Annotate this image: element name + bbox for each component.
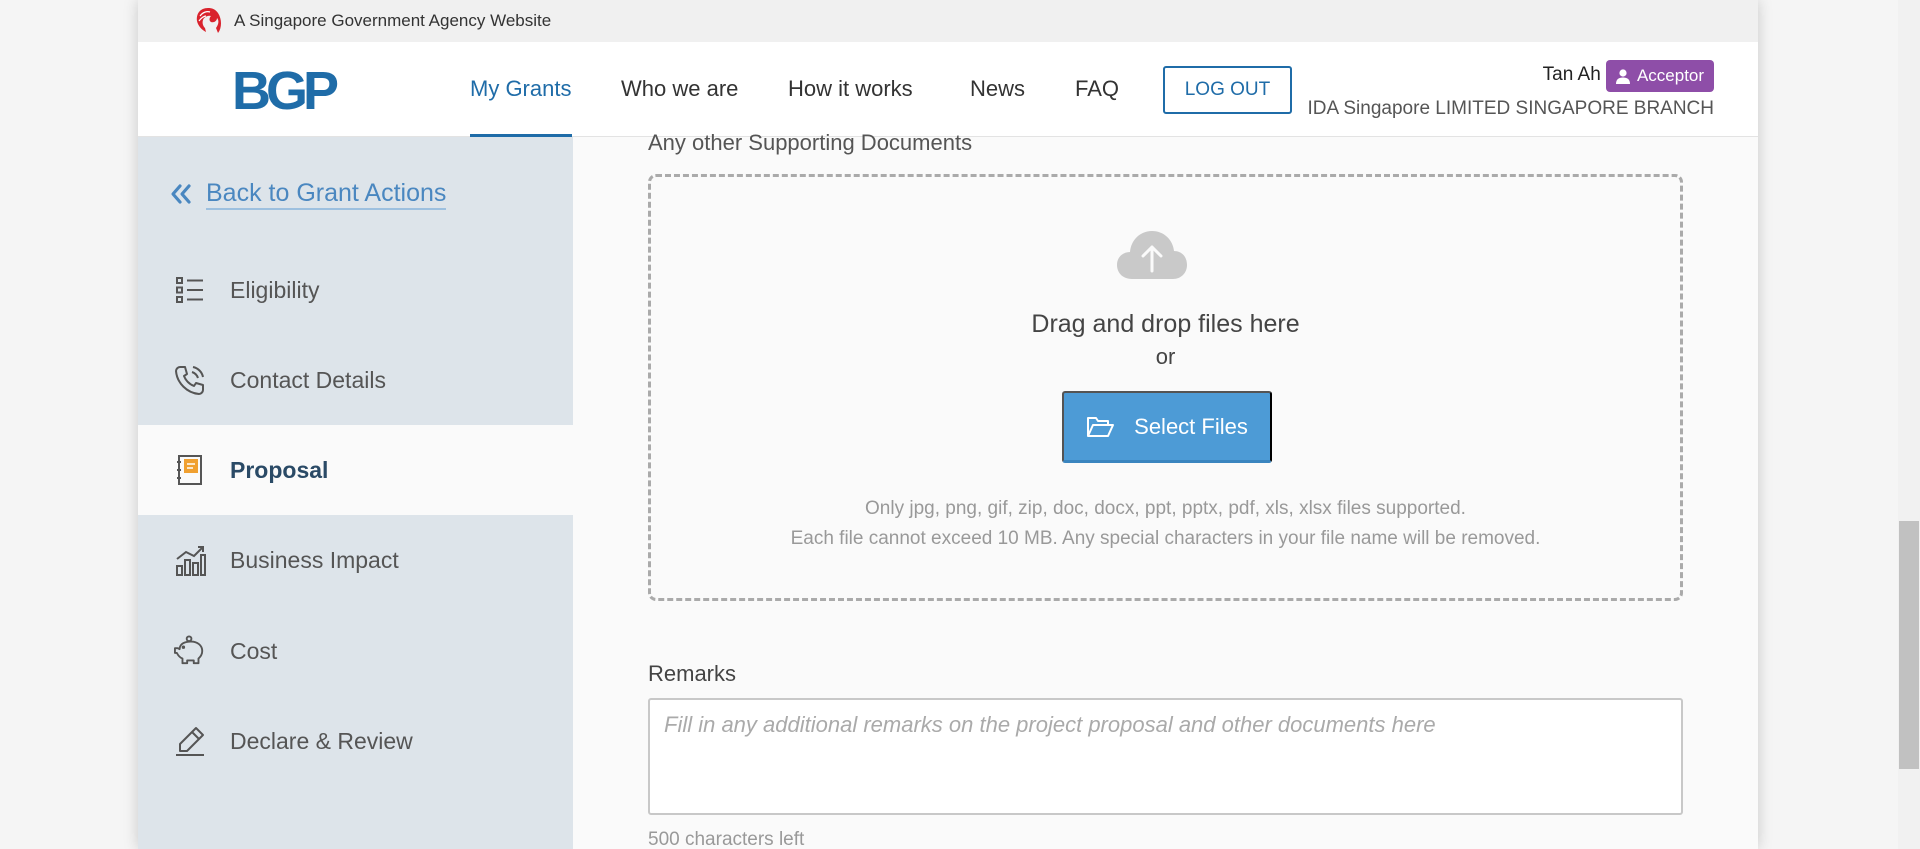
file-dropzone[interactable]: Drag and drop files here or Select Files…: [648, 174, 1683, 601]
list-icon: [174, 274, 206, 306]
sidebar-item-eligibility[interactable]: Eligibility: [138, 245, 573, 335]
cloud-upload-icon: [1117, 231, 1187, 279]
supporting-documents-label: Any other Supporting Documents: [648, 130, 973, 155]
sidebar-item-label: Declare & Review: [230, 727, 413, 754]
nav-news[interactable]: News: [970, 76, 1025, 102]
nav-how-it-works[interactable]: How it works: [788, 76, 913, 102]
remarks-label: Remarks: [648, 661, 737, 686]
company-name: IDA Singapore LIMITED SINGAPORE BRANCH: [1307, 98, 1714, 119]
folder-open-icon: [1087, 416, 1115, 437]
bgp-logo[interactable]: BGP: [232, 64, 339, 118]
remarks-textarea[interactable]: [648, 698, 1683, 815]
main-content: Any other Supporting Documents Drag and …: [573, 130, 1758, 849]
gov-masthead: A Singapore Government Agency Website: [138, 0, 1758, 42]
nav-faq[interactable]: FAQ: [1075, 76, 1119, 102]
logout-button[interactable]: LOG OUT: [1163, 66, 1292, 114]
sidebar-item-label: Business Impact: [230, 546, 399, 573]
page-scrollbar-thumb[interactable]: [1899, 521, 1919, 769]
back-to-grant-actions-link[interactable]: Back to Grant Actions: [170, 179, 447, 210]
back-link-label: Back to Grant Actions: [206, 179, 447, 210]
select-files-button[interactable]: Select Files: [1062, 391, 1272, 463]
sidebar-item-label: Eligibility: [230, 276, 320, 303]
dropzone-title: Drag and drop files here: [1031, 310, 1300, 338]
chart-icon: [174, 544, 206, 576]
sidebar-item-proposal[interactable]: Proposal: [138, 425, 573, 515]
file-types-note: Only jpg, png, gif, zip, doc, docx, ppt,…: [865, 498, 1466, 519]
sidebar-item-label: Contact Details: [230, 366, 386, 393]
notebook-icon: [174, 454, 206, 486]
select-files-label: Select Files: [1134, 413, 1248, 439]
lion-head-icon: [196, 8, 221, 33]
file-size-note: Each file cannot exceed 10 MB. Any speci…: [790, 528, 1541, 549]
sidebar-item-contact-details[interactable]: Contact Details: [138, 335, 573, 425]
nav-who-we-are[interactable]: Who we are: [621, 76, 738, 102]
role-label: Acceptor: [1636, 66, 1705, 85]
dropzone-or: or: [1155, 344, 1176, 369]
sidebar: Back to Grant Actions Eligibility Contac…: [138, 137, 573, 849]
page-frame: A Singapore Government Agency Website BG…: [138, 0, 1758, 849]
sidebar-item-declare-review[interactable]: Declare & Review: [138, 696, 573, 786]
piggy-bank-icon: [174, 635, 206, 667]
sidebar-item-label: Proposal: [230, 456, 329, 483]
site-header: BGP My Grants Who we are How it works Ne…: [138, 42, 1758, 137]
masthead-text: A Singapore Government Agency Website: [234, 11, 552, 30]
sidebar-item-business-impact[interactable]: Business Impact: [138, 515, 573, 605]
role-badge: Acceptor: [1606, 60, 1714, 92]
user-icon: [1615, 68, 1630, 84]
sidebar-item-cost[interactable]: Cost: [138, 606, 573, 696]
double-chevron-left-icon: [171, 184, 191, 204]
nav-my-grants[interactable]: My Grants: [470, 76, 571, 102]
characters-left-counter: 500 characters left: [648, 829, 805, 849]
pen-icon: [174, 725, 206, 757]
sidebar-item-label: Cost: [230, 637, 278, 664]
phone-icon: [174, 364, 206, 396]
